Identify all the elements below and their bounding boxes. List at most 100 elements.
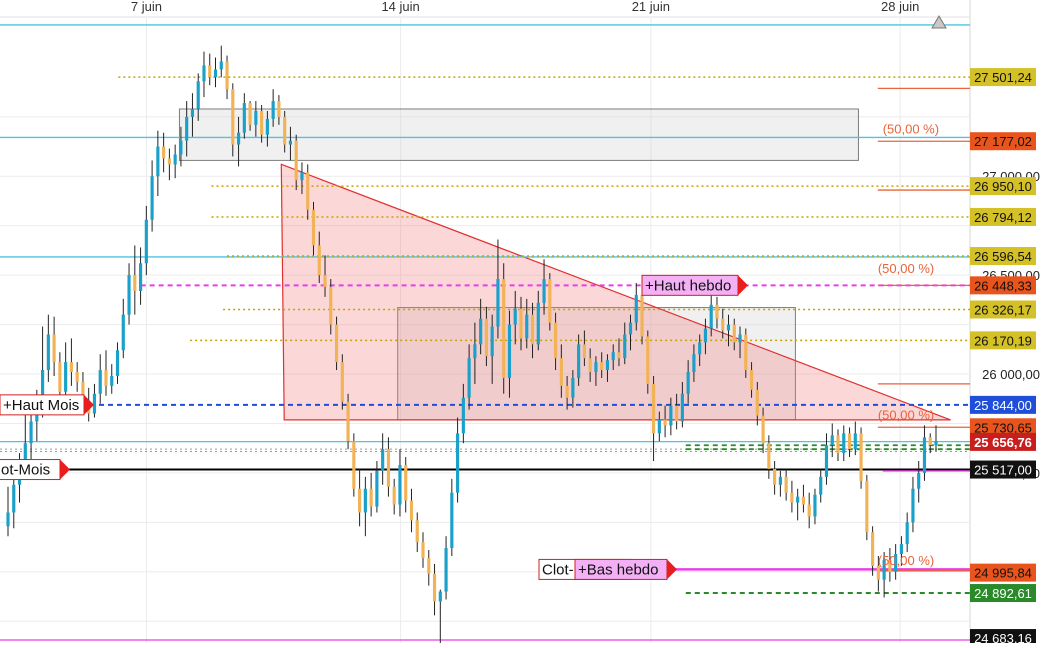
candle-body <box>300 172 304 181</box>
candle-body <box>513 308 517 325</box>
candle-body <box>865 480 869 533</box>
candle-body <box>813 494 817 517</box>
candle-body <box>836 435 840 454</box>
candle-body <box>427 557 431 574</box>
price-tag-label: 26 794,12 <box>974 210 1032 225</box>
candle-body <box>732 324 736 343</box>
candle-body <box>628 322 633 335</box>
candle-body <box>329 286 333 325</box>
x-tick-label: 28 juin <box>881 0 919 14</box>
candle-body <box>352 441 356 489</box>
candle-body <box>409 500 414 521</box>
candle-body <box>190 108 195 117</box>
candle-body <box>709 304 713 329</box>
candle-body <box>179 140 183 155</box>
candle-body <box>634 294 638 323</box>
candle-body <box>853 433 857 450</box>
candle-body <box>277 101 281 117</box>
candle-body <box>675 405 679 422</box>
candle-body <box>167 158 171 165</box>
candle-body <box>859 433 863 481</box>
candle-body <box>502 279 506 378</box>
candle-body <box>208 65 212 78</box>
fib-level-label: (50,00 %) <box>883 122 939 137</box>
candle-body <box>58 362 62 392</box>
price-tag-label: 26 170,19 <box>974 333 1032 348</box>
candle-body <box>283 116 287 145</box>
candle-body <box>565 385 569 398</box>
candle-body <box>582 344 586 359</box>
candle-body <box>46 334 50 371</box>
flag-bas-hebdo-label: +Bas hebdo <box>578 561 659 578</box>
candle-body <box>490 326 494 357</box>
candle-body <box>104 370 108 386</box>
candle-body <box>536 302 540 345</box>
candle-body <box>767 443 771 469</box>
candle-body <box>340 362 344 402</box>
range-box-upper[interactable] <box>178 108 859 161</box>
candle-body <box>231 89 235 145</box>
candle-body <box>288 140 293 145</box>
candle-body <box>363 488 367 513</box>
candle-body <box>749 370 754 390</box>
candle-body <box>421 542 425 558</box>
candle-body <box>6 512 10 527</box>
candle-body <box>530 314 535 345</box>
candle-body <box>306 172 310 210</box>
candle-body <box>605 360 610 371</box>
candle-body <box>559 358 563 386</box>
candle-body <box>726 324 731 331</box>
flag-clot-mois-label: ot-Mois <box>1 462 50 479</box>
chart-svg[interactable]: 7 juin 14 juin 21 juin 28 juin27 000,0026 5… <box>0 0 1051 648</box>
candle-body <box>444 548 448 592</box>
candle-body <box>121 314 125 351</box>
candle-body <box>450 492 454 549</box>
candle-body <box>219 61 223 70</box>
candle-body <box>144 219 148 264</box>
candle-body <box>185 116 189 141</box>
candle-body <box>876 565 880 580</box>
candle-body <box>202 65 206 82</box>
candle-body <box>617 352 621 359</box>
candle-body <box>52 334 56 363</box>
candle-body <box>911 488 915 523</box>
candle-body <box>150 176 154 220</box>
candle-body <box>346 401 350 442</box>
candle-body <box>479 318 483 345</box>
price-tag-label: 26 950,10 <box>974 179 1032 194</box>
candle-body <box>294 140 298 181</box>
x-tick-label: 21 juin <box>632 0 670 14</box>
candle-body <box>905 522 909 545</box>
candle-body <box>254 110 258 125</box>
candle-body <box>236 132 241 145</box>
price-tag-label: 25 656,76 <box>974 435 1032 450</box>
candle-body <box>173 154 177 165</box>
candle-body <box>438 591 442 602</box>
candle-body <box>398 464 402 505</box>
candle-body <box>686 372 690 394</box>
candle-body <box>213 69 218 78</box>
candle-body <box>640 294 644 337</box>
candle-body <box>133 275 137 291</box>
candle-body <box>600 362 604 371</box>
candle-body <box>657 419 661 434</box>
candle-body <box>271 101 275 119</box>
candle-body <box>507 324 512 378</box>
candle-body <box>651 383 656 434</box>
price-tag-label: 24 892,61 <box>974 586 1032 601</box>
candle-body <box>248 103 252 125</box>
candle-body <box>934 441 938 446</box>
price-tag-label: 26 448,33 <box>974 278 1032 293</box>
candle-body <box>824 445 829 477</box>
candle-body <box>744 334 748 371</box>
flag-haut-hebdo-label: +Haut hebdo <box>645 277 731 294</box>
price-tag-label: 27 177,02 <box>974 134 1032 149</box>
candle-body <box>404 464 408 501</box>
fib-level-label: (50,00 %) <box>878 408 934 423</box>
candle-body <box>260 110 264 135</box>
candle-body <box>456 433 460 493</box>
candle-body <box>721 318 725 331</box>
price-chart[interactable]: 7 juin 14 juin 21 juin 28 juin 27 000,00 26 5… <box>0 0 1051 648</box>
candle-body <box>138 263 143 291</box>
price-tag-label: 26 326,17 <box>974 303 1032 318</box>
